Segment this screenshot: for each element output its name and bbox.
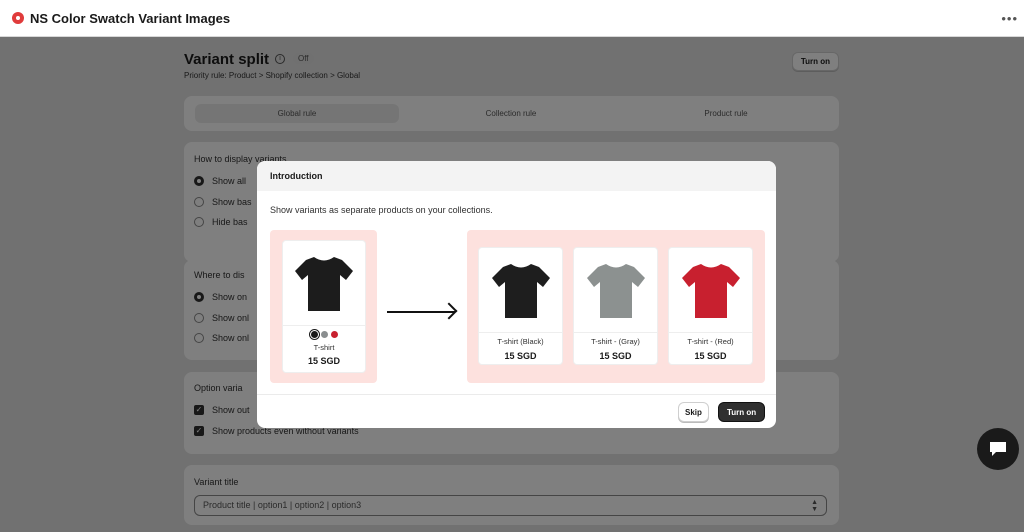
chat-bubble-icon [990, 442, 1006, 456]
modal-footer: Skip Turn on [257, 394, 776, 428]
product-image [283, 241, 365, 326]
swatch-black[interactable] [310, 331, 318, 338]
skip-button[interactable]: Skip [678, 402, 709, 422]
product-card: T-shirt - (Red) 15 SGD [668, 247, 753, 365]
product-name: T-shirt [313, 343, 335, 352]
app-header: NS Color Swatch Variant Images ••• [0, 0, 1024, 37]
app-title: NS Color Swatch Variant Images [30, 10, 231, 26]
product-name: T-shirt (Black) [497, 337, 544, 346]
product-name: T-shirt - (Red) [687, 337, 734, 346]
turn-on-button[interactable]: Turn on [718, 402, 766, 422]
product-card: T-shirt - (Gray) 15 SGD [573, 247, 658, 365]
tshirt-icon [295, 257, 353, 311]
swatch-gray[interactable] [320, 331, 328, 338]
more-options-icon[interactable]: ••• [1001, 11, 1018, 26]
arrow-head-icon [440, 302, 458, 320]
source-product-panel: T-shirt 15 SGD [270, 230, 377, 383]
split-products-panel: T-shirt (Black) 15 SGD T-shirt - (Gray) … [467, 230, 765, 383]
product-name: T-shirt - (Gray) [591, 337, 640, 346]
swatch-red[interactable] [330, 331, 338, 338]
product-image [574, 248, 657, 333]
modal-description: Show variants as separate products on yo… [270, 205, 493, 215]
product-price: 15 SGD [599, 351, 632, 361]
product-price: 15 SGD [307, 356, 340, 366]
chat-button[interactable] [977, 428, 1019, 470]
product-image [479, 248, 562, 333]
tshirt-icon [681, 264, 740, 318]
product-card: T-shirt (Black) 15 SGD [478, 247, 563, 365]
tshirt-icon [491, 264, 550, 318]
product-price: 15 SGD [694, 351, 727, 361]
tshirt-icon [586, 264, 645, 318]
introduction-modal: Introduction Show variants as separate p… [257, 161, 776, 428]
modal-title: Introduction [257, 161, 776, 191]
app-logo-icon [12, 12, 24, 24]
product-card: T-shirt 15 SGD [282, 240, 366, 373]
product-price: 15 SGD [504, 351, 537, 361]
product-image [669, 248, 752, 333]
color-swatches [283, 331, 365, 338]
